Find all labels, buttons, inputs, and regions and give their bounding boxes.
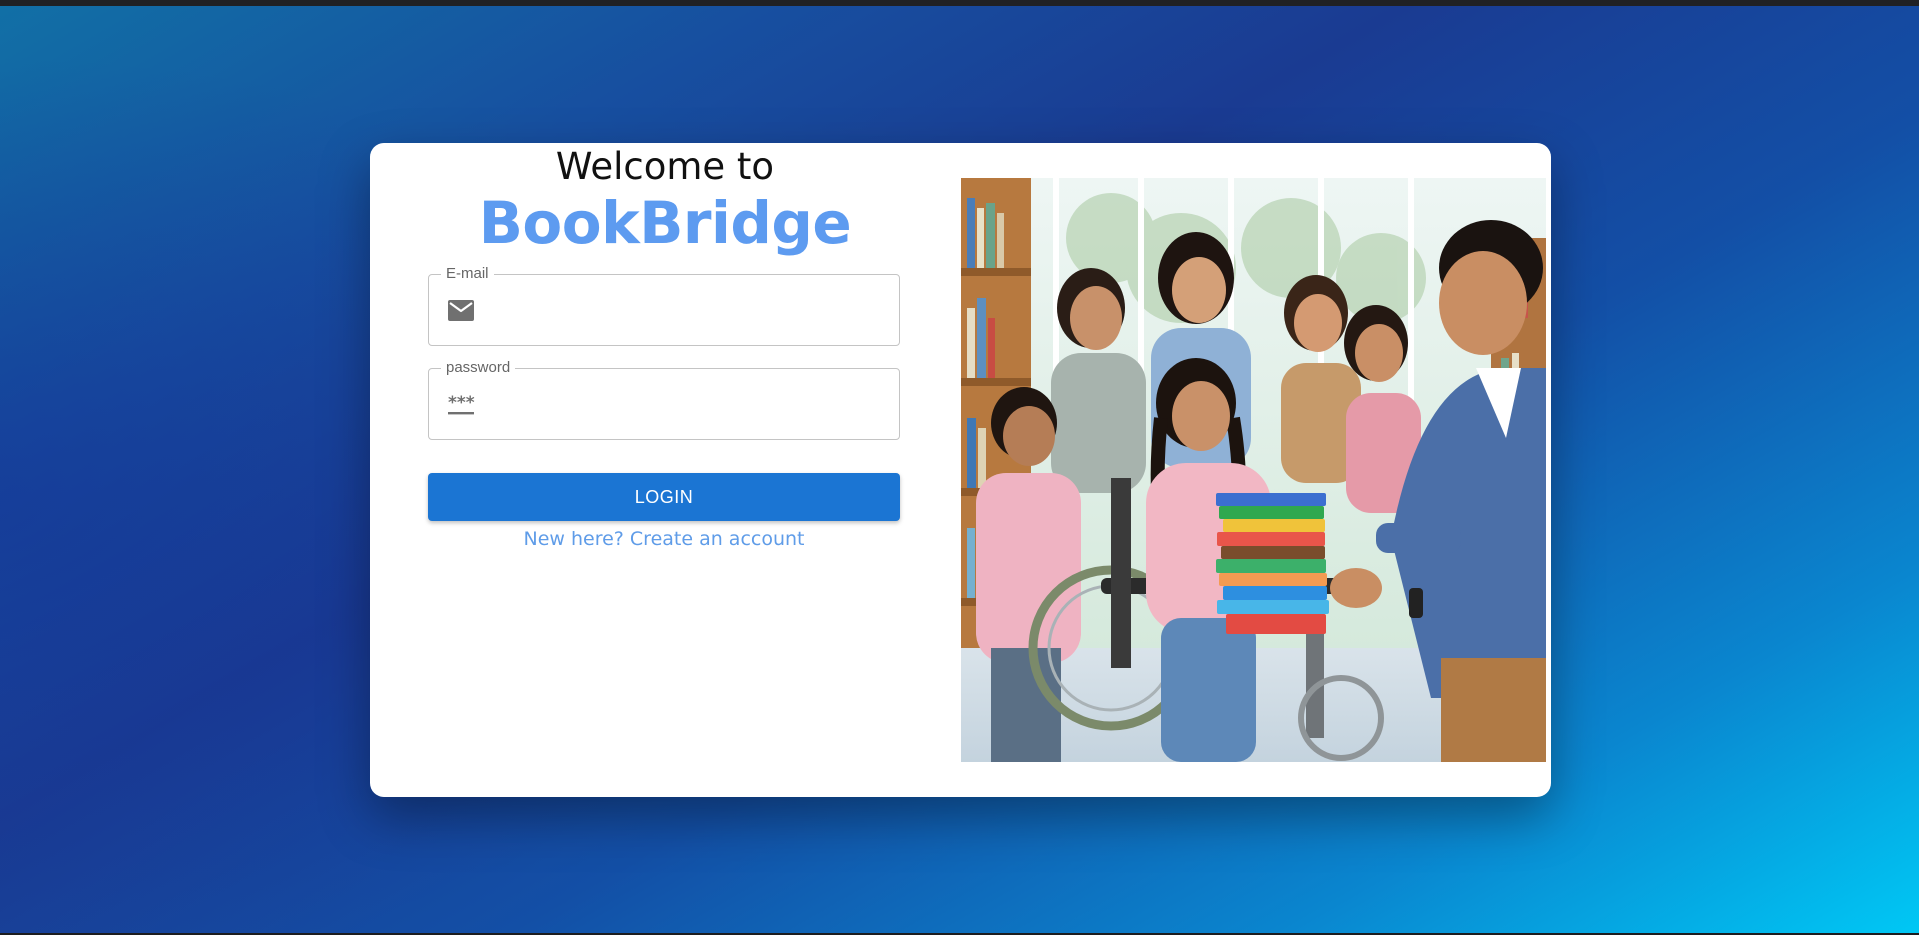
email-field[interactable]: E-mail <box>428 265 900 346</box>
welcome-heading: Welcome to <box>555 145 775 188</box>
brand-title: BookBridge <box>478 189 852 257</box>
create-account-link[interactable]: New here? Create an account <box>428 525 900 553</box>
password-field[interactable]: password *** <box>428 359 900 440</box>
library-illustration <box>961 178 1546 762</box>
svg-text:***: *** <box>448 393 475 413</box>
envelope-icon <box>447 298 475 324</box>
hero-image <box>961 178 1546 762</box>
password-icon: *** <box>447 392 475 418</box>
password-input[interactable] <box>489 383 889 429</box>
password-field-label: password <box>441 359 516 377</box>
login-button[interactable]: LOGIN <box>428 473 900 521</box>
email-input[interactable] <box>489 289 889 335</box>
email-field-label: E-mail <box>441 265 494 283</box>
login-card: Welcome to BookBridge E-mail password **… <box>370 143 1551 797</box>
browser-top-bar <box>0 0 1919 6</box>
